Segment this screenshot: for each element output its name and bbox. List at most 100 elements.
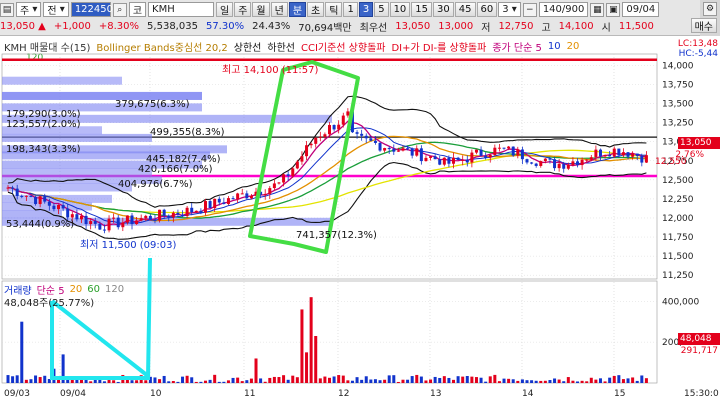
candle-body <box>43 196 47 202</box>
chart-menu-icon[interactable]: ▤ <box>0 2 14 17</box>
volume-bar <box>300 309 304 383</box>
search-icon[interactable]: ⌕ <box>112 2 127 17</box>
stock-code-input[interactable]: 122450 <box>70 2 113 17</box>
timeframe-day[interactable]: 일 <box>216 2 234 17</box>
interval-3[interactable]: 3 <box>358 2 374 17</box>
volume-bar <box>236 377 240 383</box>
interval-1[interactable]: 1 <box>343 2 358 17</box>
zoom-out-icon[interactable]: − <box>522 2 537 17</box>
candle-body <box>644 155 648 163</box>
candle-body <box>635 153 639 156</box>
ma-10-line <box>7 127 647 224</box>
profile-label: 499,355(8.3%) <box>150 127 225 138</box>
time-tick-label: 09/04 <box>60 389 86 399</box>
candle-body <box>309 143 313 146</box>
volume-bar <box>153 377 157 383</box>
volume-bar <box>61 354 65 383</box>
count-field[interactable]: 140/900 <box>538 2 589 17</box>
timeframe-tick[interactable]: 틱 <box>325 2 343 17</box>
legend-ma5[interactable]: 종가 단순 5 <box>492 39 542 54</box>
candle-body <box>203 201 207 213</box>
volume-bar <box>249 378 253 383</box>
legend-ma20[interactable]: 20 <box>567 41 580 52</box>
volume-bar <box>484 381 488 383</box>
candle-body <box>571 161 575 166</box>
profile-bar <box>2 160 202 169</box>
timeframe-second[interactable]: 초 <box>307 2 325 17</box>
price-tick-label: 11,500 <box>662 252 694 262</box>
interval-60[interactable]: 60 <box>476 2 498 17</box>
volume-bar <box>488 376 492 383</box>
candle-body <box>135 220 139 225</box>
buy-button[interactable]: 매수 <box>690 18 717 33</box>
time-tick-label: 13 <box>430 389 441 399</box>
grid-icon[interactable]: ▦ <box>590 2 605 17</box>
ask-value: 13,050 <box>395 21 431 32</box>
volume-bar <box>84 377 88 383</box>
calendar-icon[interactable]: ▣ <box>606 2 621 17</box>
interval-10[interactable]: 10 <box>389 2 411 17</box>
volume-bar <box>203 380 207 383</box>
volume-bar <box>79 379 83 383</box>
candle-body <box>373 140 377 143</box>
legend-upper[interactable]: 상한선 <box>234 39 262 54</box>
chart-window: ▤ 주 ▾ 전 ▾ 122450 ⌕ 코 KMH 일 주 월 년 분 초 틱 1… <box>0 0 720 400</box>
timeframe-week[interactable]: 주 <box>234 2 252 17</box>
candle-body <box>130 215 134 225</box>
timeframe-month[interactable]: 월 <box>252 2 270 17</box>
candle-body <box>424 157 428 162</box>
candle-body <box>406 148 410 150</box>
candle-body <box>557 163 561 169</box>
ratio2-value: 24.43% <box>252 21 291 32</box>
legend-lower[interactable]: 하한선 <box>267 39 295 54</box>
volume-bar <box>631 377 635 383</box>
volume-bar <box>130 380 134 383</box>
volume-bars <box>6 297 648 383</box>
interval-45[interactable]: 45 <box>454 2 476 17</box>
legend-di[interactable]: DI+가 DI-를 상향돌파 <box>391 39 486 54</box>
candle-body <box>254 191 258 196</box>
candle-body <box>318 136 322 138</box>
side-option-select[interactable]: 3 ▾ <box>498 2 521 17</box>
profile-bar <box>2 183 132 192</box>
volume-bar <box>318 378 322 383</box>
volume-bar <box>332 376 336 383</box>
profile-bar <box>2 151 210 160</box>
interval-5[interactable]: 5 <box>374 2 389 17</box>
period-select[interactable]: 주 ▾ <box>16 2 42 17</box>
volume-bar <box>263 381 267 383</box>
ma-20-line <box>7 135 647 222</box>
interval-30[interactable]: 30 <box>433 2 454 17</box>
legend-sub: 120 <box>26 53 44 63</box>
volume-legend-ma60[interactable]: 60 <box>87 284 100 295</box>
overlay-lines <box>50 60 360 380</box>
volume-legend-ma20[interactable]: 20 <box>70 284 83 295</box>
profile-bar <box>2 210 62 219</box>
volume-legend-ma120[interactable]: 120 <box>105 284 124 295</box>
legend-cci[interactable]: CCI기준선 상향돌파 <box>301 39 386 54</box>
prev-value: 11,500 <box>618 21 654 32</box>
candle-body <box>300 156 304 162</box>
period-option-select[interactable]: 전 ▾ <box>43 2 69 17</box>
price-tick-label: 11,250 <box>662 271 694 281</box>
candle-body <box>497 147 501 149</box>
current-price-marker: 13,050 <box>678 137 720 149</box>
timeframe-year[interactable]: 년 <box>270 2 288 17</box>
candle-body <box>116 217 120 228</box>
volume-bar <box>107 378 111 383</box>
legend-bollinger[interactable]: Bollinger Bands중심선 20,2 <box>96 39 227 54</box>
candle-body <box>594 149 598 158</box>
candle-body <box>263 193 267 195</box>
legend-ma10[interactable]: 10 <box>548 41 561 52</box>
market-select[interactable]: 코 <box>128 2 147 17</box>
timeframe-minute[interactable]: 분 <box>288 2 307 17</box>
volume-bar <box>350 380 354 383</box>
profile-label: 198,343(3.3%) <box>6 144 81 155</box>
price-chart[interactable]: 14,000 13,750 13,500 13,250 13,000 12,750 12,5… <box>0 0 720 400</box>
settings-icon[interactable]: ⚙ <box>703 2 717 16</box>
end-date-field[interactable]: 09/04 <box>622 2 660 17</box>
volume-bar <box>34 375 38 383</box>
candle-body <box>208 201 212 209</box>
interval-15[interactable]: 15 <box>411 2 433 17</box>
legend-volume-profile[interactable]: KMH 매물대 수(15) <box>4 39 90 54</box>
